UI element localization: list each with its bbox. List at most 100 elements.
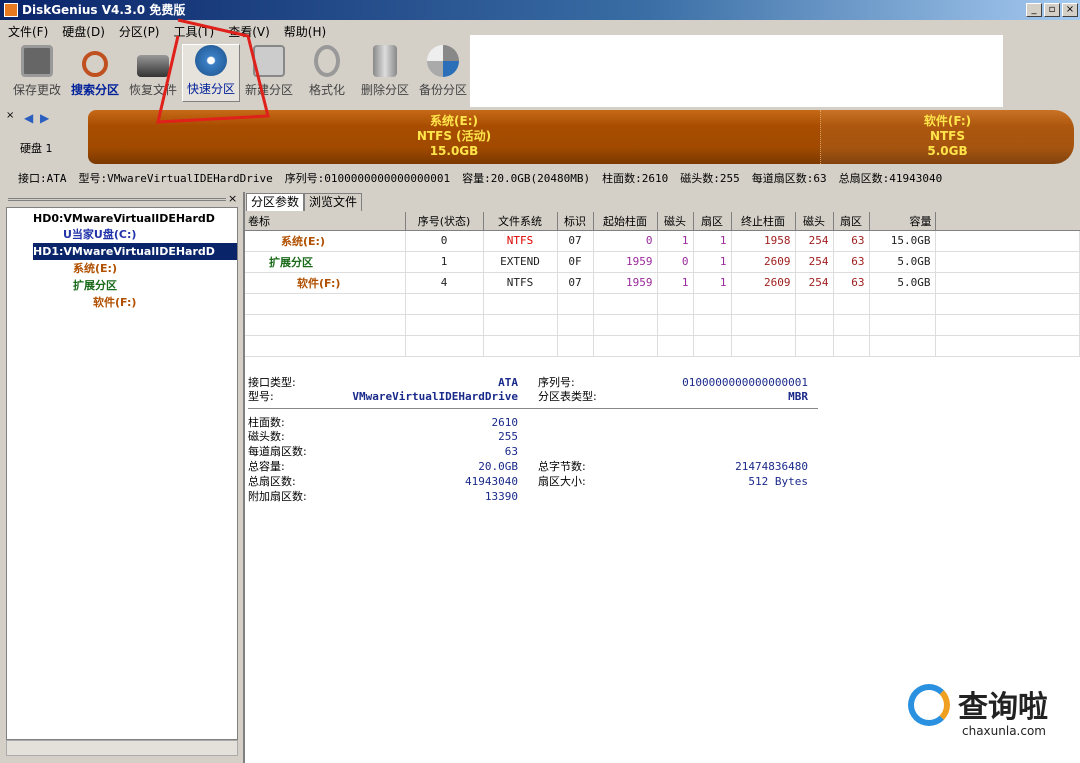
menu-partition[interactable]: 分区(P) bbox=[119, 23, 160, 40]
tree-node-drive-e[interactable]: 系统(E:) bbox=[73, 260, 117, 277]
table-cell: 5.0GB bbox=[869, 272, 936, 294]
col-fs[interactable]: 文件系统 bbox=[483, 212, 558, 231]
new-partition-button[interactable]: 新建分区 bbox=[240, 44, 298, 102]
table-row[interactable] bbox=[245, 335, 1080, 357]
col-capacity[interactable]: 容量 bbox=[869, 212, 936, 231]
partition-f-block[interactable]: 软件(F:) NTFS 5.0GB bbox=[820, 110, 1074, 164]
table-cell bbox=[405, 293, 484, 315]
restore-files-button[interactable]: 恢复文件 bbox=[124, 44, 182, 102]
table-cell bbox=[869, 314, 936, 336]
format-icon bbox=[314, 45, 340, 77]
col-end-head[interactable]: 磁头 bbox=[795, 212, 834, 231]
app-icon bbox=[4, 3, 18, 17]
disk-info-line: 接口:ATA 型号:VMwareVirtualIDEHardDrive 序列号:01… bbox=[18, 170, 942, 186]
tree-node-hd0[interactable]: HD0:VMwareVirtualIDEHardD bbox=[33, 210, 215, 227]
table-cell bbox=[935, 272, 1080, 294]
close-icon[interactable]: × bbox=[6, 110, 14, 121]
label: 搜索分区 bbox=[70, 83, 119, 97]
divider bbox=[248, 408, 818, 409]
save-button[interactable]: 保存更改 bbox=[8, 44, 66, 102]
next-disk-arrow-icon[interactable]: ▶ bbox=[40, 111, 49, 125]
label: 每道扇区数: bbox=[248, 445, 307, 458]
value: 255 bbox=[498, 430, 518, 443]
restore-icon bbox=[137, 55, 169, 77]
partition-name: 系统(E:) bbox=[430, 114, 478, 128]
partition-size: 15.0GB bbox=[429, 144, 479, 158]
table-cell bbox=[935, 314, 1080, 336]
panel-grip[interactable] bbox=[8, 198, 226, 201]
tab-browse-files[interactable]: 浏览文件 bbox=[304, 193, 363, 211]
quick-partition-button[interactable]: 快速分区 bbox=[182, 44, 240, 102]
menu-disk[interactable]: 硬盘(D) bbox=[62, 23, 105, 40]
save-icon bbox=[21, 45, 53, 77]
table-cell: 1 bbox=[405, 251, 484, 273]
col-index[interactable]: 序号(状态) bbox=[405, 212, 484, 231]
delete-partition-button[interactable]: 删除分区 bbox=[356, 44, 414, 102]
label: 柱面数: bbox=[248, 416, 285, 429]
label: 总扇区数: bbox=[248, 475, 296, 488]
table-cell bbox=[731, 314, 796, 336]
value: 512 Bytes bbox=[748, 475, 808, 488]
tab-partition-params[interactable]: 分区参数 bbox=[246, 193, 305, 211]
format-button[interactable]: 格式化 bbox=[298, 44, 356, 102]
disk-partition-bar: 系统(E:) NTFS (活动) 15.0GB 软件(F:) NTFS 5.0GB bbox=[88, 110, 1074, 164]
col-id[interactable]: 标识 bbox=[557, 212, 594, 231]
menu-help[interactable]: 帮助(H) bbox=[284, 23, 326, 40]
disk-info-item: 接口:ATA bbox=[18, 172, 67, 185]
col-start-head[interactable]: 磁头 bbox=[657, 212, 694, 231]
search-partition-button[interactable]: 搜索分区 bbox=[66, 44, 124, 102]
col-end-cyl[interactable]: 终止柱面 bbox=[731, 212, 796, 231]
value: 13390 bbox=[484, 490, 518, 503]
close-button[interactable]: × bbox=[1062, 3, 1078, 17]
menu-view[interactable]: 查看(V) bbox=[228, 23, 270, 40]
table-cell: EXTEND bbox=[483, 251, 558, 273]
restore-button[interactable]: ▫ bbox=[1044, 3, 1060, 17]
label: 总容量: bbox=[248, 460, 285, 473]
col-end-sector[interactable]: 扇区 bbox=[833, 212, 870, 231]
table-cell bbox=[593, 335, 658, 357]
tree-horizontal-scrollbar[interactable] bbox=[6, 740, 238, 756]
table-row[interactable]: 系统(E:) 0 NTFS 07 0 1 1 1958 254 63 15.0GB bbox=[245, 230, 1080, 252]
backup-icon bbox=[427, 45, 459, 77]
col-start-cyl[interactable]: 起始柱面 bbox=[593, 212, 658, 231]
table-cell: 254 bbox=[795, 251, 834, 273]
menu-file[interactable]: 文件(F) bbox=[8, 23, 48, 40]
table-cell: 系统(E:) bbox=[245, 230, 406, 252]
table-cell bbox=[869, 293, 936, 315]
label: 删除分区 bbox=[360, 83, 409, 97]
table-cell bbox=[731, 293, 796, 315]
backup-partition-button[interactable]: 备份分区 bbox=[414, 44, 472, 102]
disk-info-item: 总扇区数:41943040 bbox=[838, 172, 943, 185]
value: 20.0GB bbox=[478, 460, 518, 473]
table-row[interactable]: 软件(F:) 4 NTFS 07 1959 1 1 2609 254 63 5.0GB bbox=[245, 272, 1080, 294]
partition-fs: NTFS bbox=[929, 129, 966, 143]
label: 扇区大小: bbox=[538, 475, 586, 488]
table-cell: 扩展分区 bbox=[245, 251, 406, 273]
tree-node-extended[interactable]: 扩展分区 bbox=[73, 277, 117, 294]
table-row[interactable] bbox=[245, 314, 1080, 336]
menu-tools[interactable]: 工具(T) bbox=[174, 23, 215, 40]
table-row[interactable]: 扩展分区 1 EXTEND 0F 1959 0 1 2609 254 63 5.0GB bbox=[245, 251, 1080, 273]
table-cell bbox=[795, 335, 834, 357]
table-cell bbox=[693, 314, 732, 336]
minimize-button[interactable]: _ bbox=[1026, 3, 1042, 17]
value: ATA bbox=[498, 376, 518, 389]
title-bar: DiskGenius V4.3.0 免费版 bbox=[0, 0, 1080, 20]
tree-node-hd1[interactable]: HD1:VMwareVirtualIDEHardD bbox=[33, 243, 237, 260]
col-volume[interactable]: 卷标 bbox=[245, 212, 406, 231]
col-start-sector[interactable]: 扇区 bbox=[693, 212, 732, 231]
partition-fs: NTFS (活动) bbox=[416, 129, 492, 143]
table-cell bbox=[869, 335, 936, 357]
label: 新建分区 bbox=[244, 83, 293, 97]
table-cell: 5.0GB bbox=[869, 251, 936, 273]
partition-e-block[interactable]: 系统(E:) NTFS (活动) 15.0GB bbox=[88, 110, 820, 164]
table-cell bbox=[935, 335, 1080, 357]
delete-icon bbox=[373, 45, 397, 77]
prev-disk-arrow-icon[interactable]: ◀ bbox=[24, 111, 33, 125]
tree-node-drive-f[interactable]: 软件(F:) bbox=[93, 294, 136, 311]
disk-info-item: 型号:VMwareVirtualIDEHardDrive bbox=[78, 172, 273, 185]
tree-node-drive-c[interactable]: U当家U盘(C:) bbox=[63, 226, 136, 243]
table-cell: 254 bbox=[795, 272, 834, 294]
table-row[interactable] bbox=[245, 293, 1080, 315]
close-panel-icon[interactable]: × bbox=[228, 192, 237, 205]
